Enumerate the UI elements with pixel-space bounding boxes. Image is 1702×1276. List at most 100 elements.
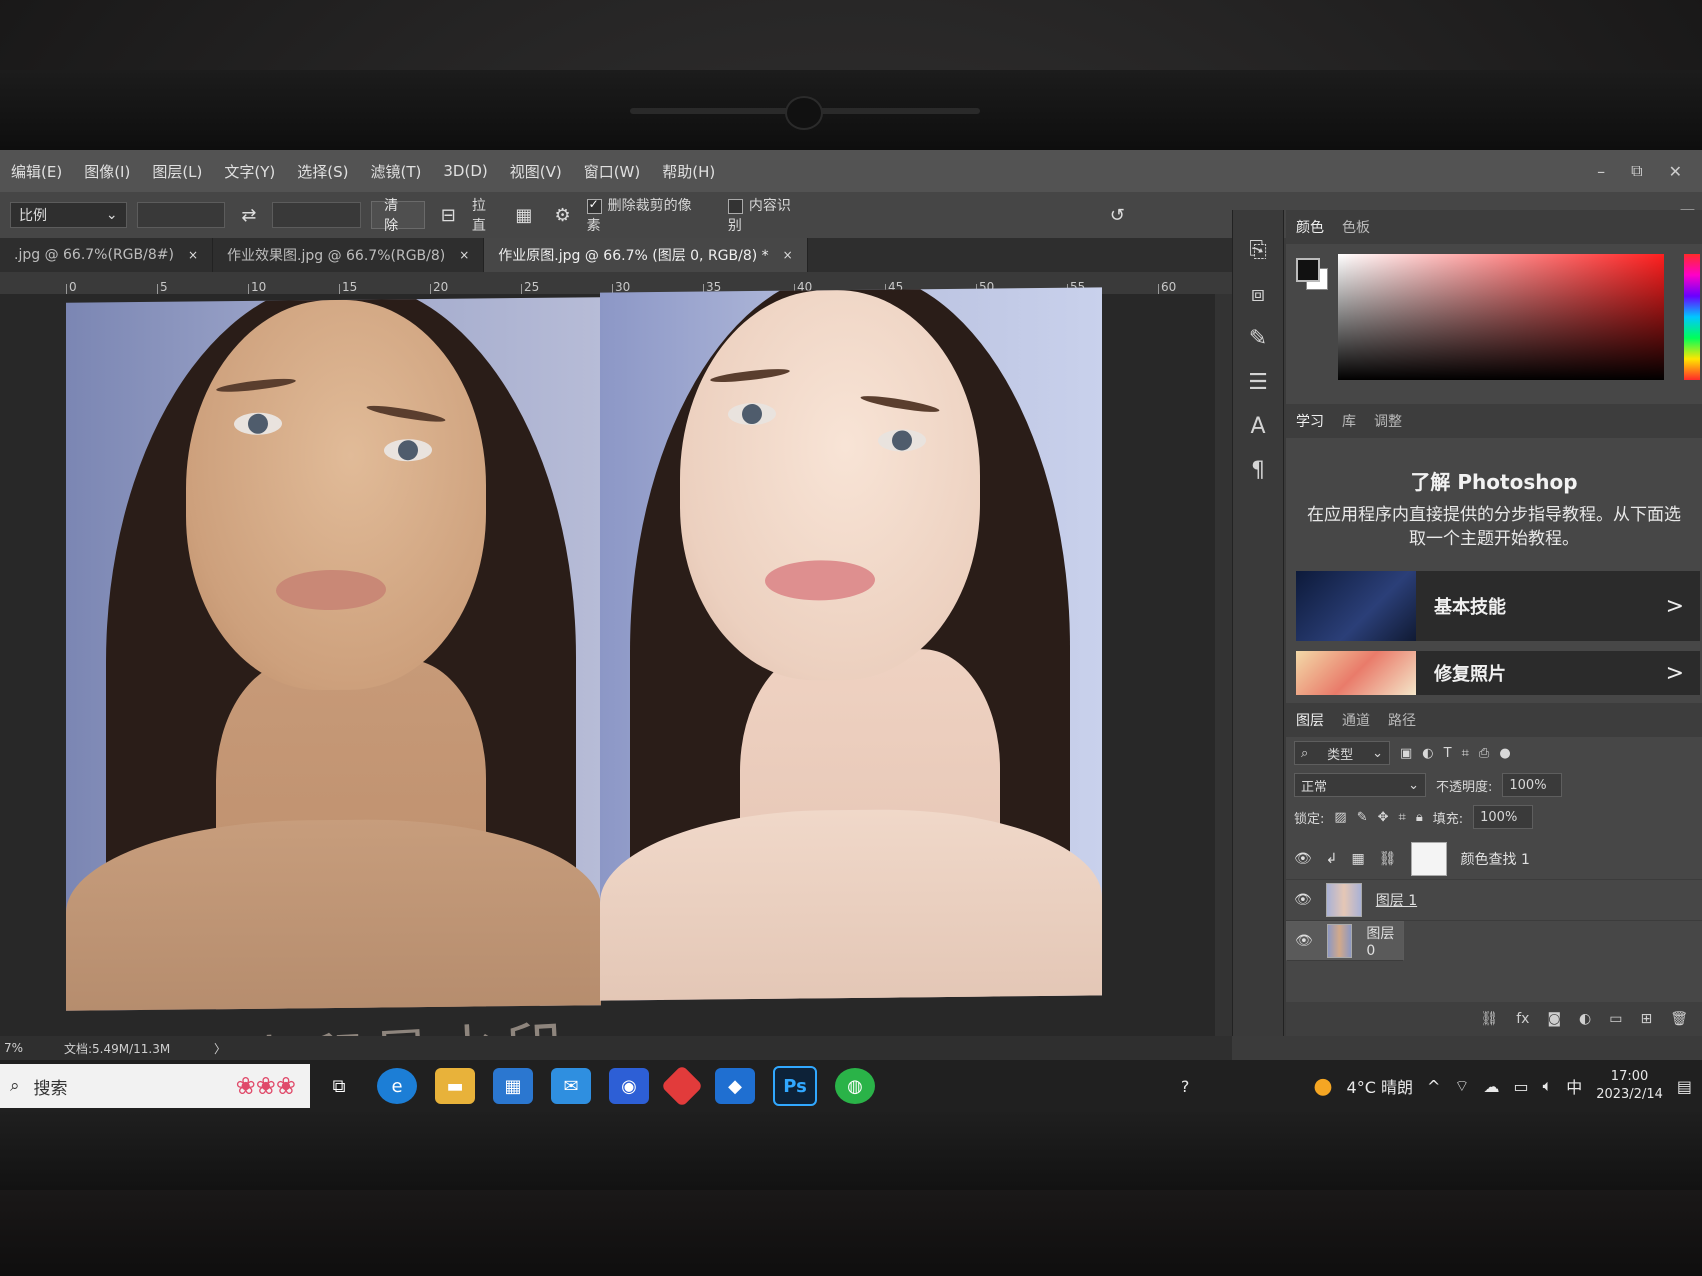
close-button[interactable]: ✕ (1669, 162, 1682, 181)
tab-color[interactable]: 颜色 (1296, 217, 1324, 237)
height-field[interactable] (272, 202, 362, 228)
pixel-filter-icon[interactable]: ▣ (1400, 746, 1412, 761)
close-icon[interactable]: × (783, 248, 793, 262)
properties-icon[interactable]: ☰ (1248, 368, 1268, 398)
visibility-eye-icon[interactable]: 👁︎ (1295, 933, 1313, 949)
tab-adjustments[interactable]: 调整 (1374, 411, 1402, 431)
ratio-select[interactable]: 比例 ⌄ (10, 202, 127, 228)
tab-libraries[interactable]: 库 (1342, 411, 1356, 431)
zoom-level[interactable]: 7% (0, 1041, 64, 1055)
foreground-color-swatch[interactable] (1296, 258, 1320, 282)
layer-row-layer0[interactable]: 👁︎ 图层 0 (1286, 921, 1404, 961)
clock[interactable]: 17:00 2023/2/14 (1596, 1068, 1663, 1104)
menu-type[interactable]: 文字(Y) (213, 161, 286, 182)
menu-3d[interactable]: 3D(D) (432, 162, 498, 180)
brush-settings-icon[interactable]: ✎ (1249, 324, 1267, 354)
lock-position-icon[interactable]: ✥ (1378, 810, 1389, 825)
notifications-icon[interactable]: ▤ (1677, 1077, 1692, 1096)
cloud-icon[interactable]: ☁ (1483, 1077, 1499, 1096)
close-icon[interactable]: × (459, 248, 469, 262)
link-layers-icon[interactable]: ⛓︎ (1480, 1011, 1498, 1027)
color-picker-field[interactable] (1338, 254, 1664, 380)
fill-input[interactable]: 100% (1473, 805, 1534, 829)
clear-button[interactable]: 清除 (371, 198, 425, 234)
menu-edit[interactable]: 编辑(E) (0, 161, 73, 182)
3d-icon[interactable]: ⧈ (1251, 280, 1265, 310)
paragraph-icon[interactable]: ¶ (1251, 456, 1265, 486)
canvas-area[interactable]: 我是水印是水印 (0, 287, 1232, 1104)
swap-icon[interactable]: ⇄ (235, 205, 262, 226)
tab-paths[interactable]: 路径 (1388, 710, 1416, 730)
layer-row-color-lookup[interactable]: 👁︎ ↲ ▦ ⛓︎ 颜色查找 1 (1286, 839, 1702, 880)
lock-all-icon[interactable]: 🔒︎ (1416, 810, 1423, 825)
chevron-up-icon[interactable]: ^ (1427, 1077, 1440, 1096)
tab-doc-2[interactable]: 作业效果图.jpg @ 66.7%(RGB/8) × (213, 238, 485, 272)
tutorial-card-repair[interactable]: 修复照片 > (1296, 651, 1700, 695)
taskbar-search[interactable]: ⌕ 搜索 ❀❀❀ (0, 1064, 310, 1108)
photoshop-icon[interactable]: Ps (773, 1066, 817, 1106)
wechat-icon[interactable]: ◍ (835, 1068, 875, 1104)
minimize-button[interactable]: – (1597, 162, 1605, 181)
grid-overlay-icon[interactable]: ▦ (509, 205, 538, 226)
opacity-input[interactable]: 100% (1502, 773, 1563, 797)
straighten-icon[interactable]: ⊟ (435, 205, 462, 226)
menu-layer[interactable]: 图层(L) (141, 161, 213, 182)
filter-toggle-icon[interactable]: ● (1499, 746, 1510, 761)
hue-slider[interactable] (1684, 254, 1700, 380)
gear-icon[interactable]: ⚙ (548, 205, 576, 226)
wifi-icon[interactable]: ⌔ (1454, 1076, 1469, 1096)
menu-image[interactable]: 图像(I) (73, 161, 141, 182)
delete-cropped-checkbox[interactable]: 删除裁剪的像素 (586, 195, 704, 235)
mail-icon[interactable]: ✉ (551, 1068, 591, 1104)
layer-mask-thumbnail[interactable] (1410, 842, 1447, 876)
store-icon[interactable]: ▦ (493, 1068, 533, 1104)
tab-learn[interactable]: 学习 (1296, 411, 1324, 431)
tab-doc-1[interactable]: .jpg @ 66.7%(RGB/8#) × (0, 238, 214, 272)
ime-indicator[interactable]: 中 (1566, 1074, 1582, 1098)
menu-help[interactable]: 帮助(H) (651, 161, 726, 182)
tab-doc-3[interactable]: 作业原图.jpg @ 66.7% (图层 0, RGB/8) * × (484, 238, 808, 272)
adjustment-filter-icon[interactable]: ◐ (1422, 746, 1433, 761)
menu-window[interactable]: 窗口(W) (573, 161, 652, 182)
trash-icon[interactable]: 🗑︎ (1670, 1011, 1688, 1027)
visibility-eye-icon[interactable]: 👁︎ (1294, 851, 1312, 867)
browser-icon[interactable]: ◉ (609, 1068, 649, 1104)
width-field[interactable] (136, 202, 226, 228)
fx-icon[interactable]: fx (1516, 1011, 1529, 1027)
new-group-icon[interactable]: ▭ (1609, 1011, 1622, 1027)
add-mask-icon[interactable]: ◙ (1547, 1011, 1561, 1027)
lock-pixels-icon[interactable]: ✎ (1357, 810, 1368, 825)
tutorial-card-basic[interactable]: 基本技能 > (1296, 571, 1700, 641)
content-aware-checkbox[interactable]: 内容识别 (727, 195, 804, 235)
lock-artboard-icon[interactable]: ⌗ (1399, 810, 1406, 825)
help-icon[interactable]: ? (1181, 1077, 1190, 1096)
status-menu-arrow[interactable]: 〉 (214, 1040, 226, 1057)
edge-icon[interactable]: e (377, 1068, 417, 1104)
layer-row-layer1[interactable]: 👁︎ 图层 1 (1286, 880, 1702, 921)
menu-view[interactable]: 视图(V) (499, 161, 573, 182)
task-view-icon[interactable]: ⧉ (319, 1068, 359, 1104)
lock-transparency-icon[interactable]: ▨ (1334, 810, 1346, 825)
visibility-eye-icon[interactable]: 👁︎ (1294, 892, 1312, 908)
history-icon[interactable]: ⎘ (1249, 236, 1267, 266)
new-adjustment-icon[interactable]: ◐ (1579, 1011, 1591, 1027)
tab-layers[interactable]: 图层 (1296, 710, 1324, 730)
character-icon[interactable]: A (1250, 412, 1265, 442)
straighten-label[interactable]: 拉直 (472, 195, 500, 235)
vertical-scrollbar[interactable] (1215, 294, 1232, 1036)
battery-icon[interactable]: ▭ (1513, 1077, 1528, 1096)
tab-swatches[interactable]: 色板 (1342, 217, 1370, 237)
restore-button[interactable]: ⧉ (1631, 161, 1642, 181)
volume-icon[interactable]: 🔈︎ (1543, 1076, 1553, 1096)
shape-filter-icon[interactable]: ⌗ (1462, 746, 1469, 761)
menu-select[interactable]: 选择(S) (286, 161, 359, 182)
layer-filter-select[interactable]: ⌕ 类型 ⌄ (1294, 741, 1390, 765)
tab-channels[interactable]: 通道 (1342, 710, 1370, 730)
file-explorer-icon[interactable]: ▬ (435, 1068, 475, 1104)
type-filter-icon[interactable]: T (1444, 746, 1452, 761)
blue-app-icon[interactable]: ◆ (715, 1068, 755, 1104)
blend-mode-select[interactable]: 正常 ⌄ (1294, 773, 1426, 797)
smart-object-filter-icon[interactable]: ⎙ (1479, 746, 1489, 761)
red-app-icon[interactable] (660, 1064, 704, 1108)
close-icon[interactable]: × (188, 248, 198, 262)
